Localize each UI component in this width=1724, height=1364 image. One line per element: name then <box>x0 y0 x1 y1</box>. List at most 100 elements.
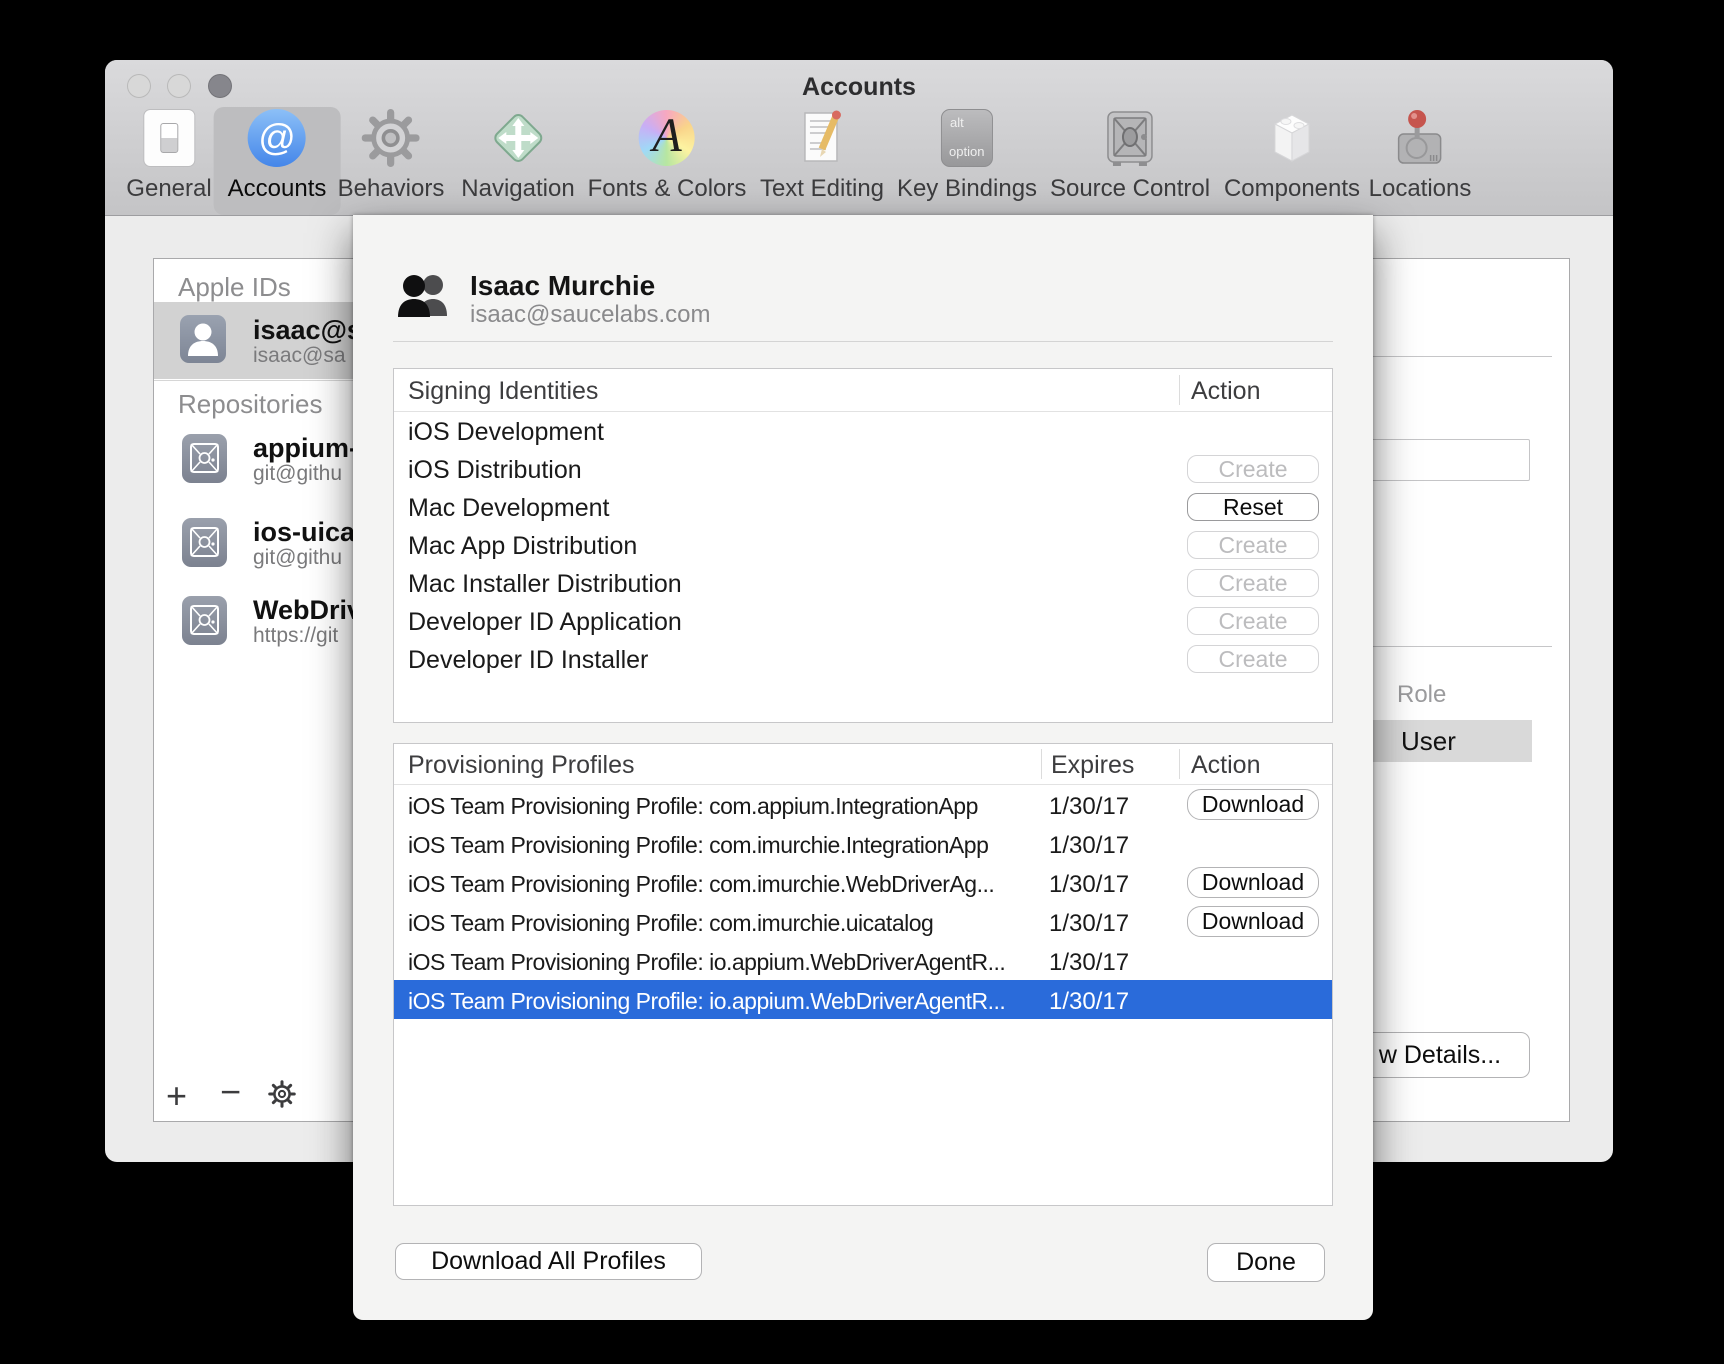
provisioning-row[interactable]: iOS Team Provisioning Profile: com.imurc… <box>394 863 1332 902</box>
gear-icon <box>360 107 422 169</box>
toolbar-tab-text-editing[interactable]: Text Editing <box>746 107 898 215</box>
account-settings-gear-icon[interactable] <box>268 1080 296 1113</box>
safe-vault-icon <box>1099 107 1161 169</box>
signing-identity-label: Mac Development <box>408 494 609 523</box>
toolbar-tab-fonts-colors[interactable]: A Fonts & Colors <box>574 107 761 215</box>
sidebar-repo-subtitle: git@githu <box>253 462 342 486</box>
signing-row[interactable]: Mac Development Reset <box>394 488 1332 526</box>
repositories-header: Repositories <box>178 389 323 420</box>
toolbar-label: Text Editing <box>760 175 884 203</box>
signing-identity-label: Mac App Distribution <box>408 532 637 561</box>
detail-text-input[interactable] <box>1361 440 1533 482</box>
reset-button[interactable]: Reset <box>1187 493 1319 521</box>
toolbar-label: Locations <box>1369 175 1472 203</box>
create-button[interactable]: Create <box>1187 455 1319 483</box>
profile-name: iOS Team Provisioning Profile: io.appium… <box>408 949 1005 976</box>
sidebar-repo-title[interactable]: appium- <box>253 433 358 464</box>
toolbar-label: Accounts <box>228 175 327 203</box>
sidebar-account-subtitle: isaac@sa <box>253 344 346 368</box>
toolbar-tab-source-control[interactable]: Source Control <box>1036 107 1224 215</box>
provisioning-row[interactable]: iOS Team Provisioning Profile: com.imurc… <box>394 902 1332 941</box>
sheet-divider <box>393 341 1333 342</box>
signing-row[interactable]: Mac App Distribution Create <box>394 526 1332 564</box>
view-details-button[interactable]: w Details... <box>1350 1032 1530 1078</box>
sidebar-repo-title[interactable]: WebDriv <box>253 595 362 626</box>
repository-safe-icon <box>182 518 227 567</box>
download-button[interactable]: Download <box>1187 789 1319 820</box>
view-details-label: w Details... <box>1379 1041 1501 1070</box>
toolbar-label: Components <box>1224 175 1360 203</box>
provisioning-row-selected[interactable]: iOS Team Provisioning Profile: io.appium… <box>394 980 1332 1019</box>
signing-row[interactable]: Mac Installer Distribution Create <box>394 564 1332 602</box>
toolbar-tab-key-bindings[interactable]: alt option Key Bindings <box>883 107 1051 215</box>
titlebar-toolbar: Accounts General @ Accounts <box>105 60 1613 216</box>
disk-joystick-icon <box>1389 107 1451 169</box>
profile-name: iOS Team Provisioning Profile: com.imurc… <box>408 832 988 859</box>
profile-name: iOS Team Provisioning Profile: io.appium… <box>408 988 1005 1015</box>
profile-expires: 1/30/17 <box>1049 793 1129 821</box>
column-separator <box>1041 749 1042 779</box>
signing-row[interactable]: iOS Distribution Create <box>394 450 1332 488</box>
download-button[interactable]: Download <box>1187 906 1319 937</box>
detail-text-field[interactable] <box>1360 439 1530 481</box>
screenshot-stage: Accounts General @ Accounts <box>0 0 1724 1364</box>
toolbar-tab-navigation[interactable]: Navigation <box>447 107 588 215</box>
signing-identity-label: Developer ID Installer <box>408 646 648 675</box>
done-button[interactable]: Done <box>1207 1243 1325 1282</box>
repository-safe-icon <box>182 434 227 483</box>
apple-ids-header: Apple IDs <box>178 272 291 303</box>
profile-expires: 1/30/17 <box>1049 832 1129 860</box>
profile-name: iOS Team Provisioning Profile: com.imurc… <box>408 871 994 898</box>
provisioning-row[interactable]: iOS Team Provisioning Profile: io.appium… <box>394 941 1332 980</box>
provisioning-row[interactable]: iOS Team Provisioning Profile: com.imurc… <box>394 824 1332 863</box>
right-pane-divider <box>1373 646 1552 647</box>
signing-row[interactable]: Developer ID Application Create <box>394 602 1332 640</box>
sidebar-repo-subtitle: git@githu <box>253 546 342 570</box>
navigation-diamond-icon <box>487 107 549 169</box>
toolbar-tab-behaviors[interactable]: Behaviors <box>324 107 459 215</box>
signing-identities-table: Signing Identities Action iOS Developmen… <box>393 368 1333 723</box>
download-button[interactable]: Download <box>1187 867 1319 898</box>
toolbar-tab-general[interactable]: General <box>112 107 225 215</box>
right-pane-divider <box>1373 356 1552 357</box>
profile-expires: 1/30/17 <box>1049 871 1129 899</box>
profile-name: iOS Team Provisioning Profile: com.appiu… <box>408 793 978 820</box>
signing-identities-title: Signing Identities <box>408 377 598 406</box>
column-separator <box>1179 749 1180 779</box>
signing-identity-label: iOS Distribution <box>408 456 582 485</box>
sidebar-repo-subtitle: https://git <box>253 624 338 648</box>
download-all-profiles-button[interactable]: Download All Profiles <box>395 1243 702 1280</box>
profile-expires: 1/30/17 <box>1049 949 1129 977</box>
toolbar-tab-locations[interactable]: Locations <box>1355 107 1486 215</box>
provisioning-profiles-title: Provisioning Profiles <box>408 751 635 780</box>
remove-account-button[interactable]: − <box>220 1074 241 1110</box>
account-holder-name: Isaac Murchie <box>470 270 655 302</box>
signing-row[interactable]: Developer ID Installer Create <box>394 640 1332 678</box>
create-button[interactable]: Create <box>1187 645 1319 673</box>
create-button[interactable]: Create <box>1187 569 1319 597</box>
general-icon <box>138 107 200 169</box>
role-value: User <box>1401 726 1456 757</box>
signing-row[interactable]: iOS Development <box>394 412 1332 450</box>
toolbar-label: General <box>126 175 211 203</box>
create-button[interactable]: Create <box>1187 531 1319 559</box>
text-editing-icon <box>791 107 853 169</box>
action-column-header: Action <box>1191 377 1260 406</box>
repository-safe-icon <box>182 596 227 645</box>
provisioning-profiles-table: Provisioning Profiles Expires Action iOS… <box>393 743 1333 1206</box>
provisioning-row[interactable]: iOS Team Provisioning Profile: com.appiu… <box>394 785 1332 824</box>
accounts-at-icon: @ <box>246 107 308 169</box>
profile-name: iOS Team Provisioning Profile: com.imurc… <box>408 910 933 937</box>
toolbar-label: Key Bindings <box>897 175 1037 203</box>
person-icon <box>180 315 226 363</box>
toolbar-label: Fonts & Colors <box>588 175 747 203</box>
toolbar-label: Behaviors <box>338 175 445 203</box>
create-button[interactable]: Create <box>1187 607 1319 635</box>
window-title: Accounts <box>105 73 1613 102</box>
toolbar-tab-accounts[interactable]: @ Accounts <box>214 107 341 215</box>
team-avatar-icon <box>393 270 455 327</box>
profile-expires: 1/30/17 <box>1049 988 1129 1016</box>
sidebar-repo-title[interactable]: ios-uicat <box>253 517 364 548</box>
add-account-button[interactable]: + <box>166 1078 187 1114</box>
toolbar-tab-components[interactable]: Components <box>1210 107 1374 215</box>
